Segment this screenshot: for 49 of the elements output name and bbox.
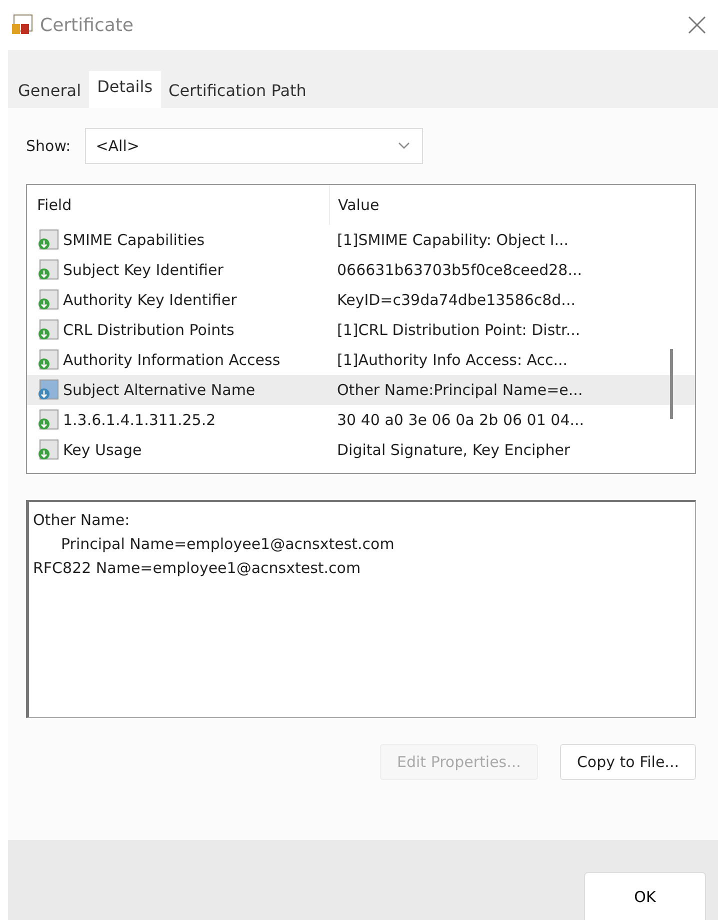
- tab[interactable]: Details: [89, 71, 161, 108]
- field-name: CRL Distribution Points: [63, 321, 234, 339]
- show-dropdown[interactable]: <All>: [84, 128, 423, 164]
- certificate-field-icon: [37, 439, 59, 461]
- list-row[interactable]: 1.3.6.1.4.1.311.25.2 30 40 a0 3e 06 0a 2b 06 01 04...: [27, 405, 695, 435]
- field-value: KeyID=c39da74dbe13586c8d...: [336, 291, 576, 309]
- field-name: SMIME Capabilities: [63, 231, 205, 249]
- list-row[interactable]: Subject Key Identifier 066631b63703b5f0ce8ceed28...: [27, 255, 695, 285]
- field-name: Subject Alternative Name: [63, 381, 256, 399]
- certificate-field-icon: [37, 379, 59, 401]
- certificate-field-icon: [37, 289, 59, 311]
- tab[interactable]: General: [10, 75, 90, 108]
- certificate-icon: [10, 14, 34, 36]
- field-value: [1]SMIME Capability: Object I...: [336, 231, 570, 249]
- field-value: [1]CRL Distribution Point: Distr...: [336, 321, 582, 339]
- list-row[interactable]: Authority Key Identifier KeyID=c39da74dbe13586c8d...: [27, 285, 695, 315]
- field-value: [1]Authority Info Access: Acc...: [336, 351, 569, 369]
- list-row[interactable]: CRL Distribution Points [1]CRL Distribution Point: Distr...: [27, 315, 695, 345]
- show-label: Show:: [26, 137, 71, 155]
- field-name: Authority Key Identifier: [63, 291, 237, 309]
- list-row[interactable]: Authority Information Access [1]Authority Info Access: Acc...: [27, 345, 695, 375]
- list-row[interactable]: Key Usage Digital Signature, Key Encipher: [27, 435, 695, 465]
- field-value: Digital Signature, Key Encipher: [336, 441, 572, 459]
- column-header[interactable]: Field: [27, 185, 329, 225]
- detail-line: Principal Name=employee1@acnsxtest.com: [60, 534, 396, 555]
- certificate-field-icon: [37, 409, 59, 431]
- certificate-field-icon: [37, 259, 59, 281]
- detail-line: Other Name:: [33, 510, 131, 531]
- certificate-field-icon: [37, 319, 59, 341]
- close-icon[interactable]: [688, 16, 706, 34]
- certificate-field-icon: [37, 349, 59, 371]
- chevron-icon: [398, 142, 410, 150]
- detail-line: RFC822 Name=employee1@acnsxtest.com: [33, 558, 362, 579]
- list-row[interactable]: SMIME Capabilities [1]SMIME Capability: Object I...: [27, 225, 695, 255]
- certificate-field-icon: [37, 229, 59, 251]
- field-value: 066631b63703b5f0ce8ceed28...: [336, 261, 584, 279]
- ok-button[interactable]: OK: [584, 872, 706, 920]
- field-value: 30 40 a0 3e 06 0a 2b 06 01 04...: [336, 411, 586, 429]
- field-name: Key Usage: [63, 441, 142, 459]
- field-value: Other Name:Principal Name=e...: [336, 381, 584, 399]
- window-title: Certificate: [40, 14, 134, 36]
- field-name: Subject Key Identifier: [63, 261, 224, 279]
- field-name: 1.3.6.1.4.1.311.25.2: [63, 411, 216, 429]
- column-header[interactable]: Value: [329, 185, 658, 225]
- scrollbar-thumb[interactable]: [670, 349, 673, 419]
- field-name: Authority Information Access: [63, 351, 280, 369]
- tab[interactable]: Certification Path: [160, 75, 314, 108]
- list-row[interactable]: Subject Alternative Name Other Name:Principal Name=e...: [27, 375, 695, 405]
- action-button[interactable]: Copy to File...: [560, 744, 696, 780]
